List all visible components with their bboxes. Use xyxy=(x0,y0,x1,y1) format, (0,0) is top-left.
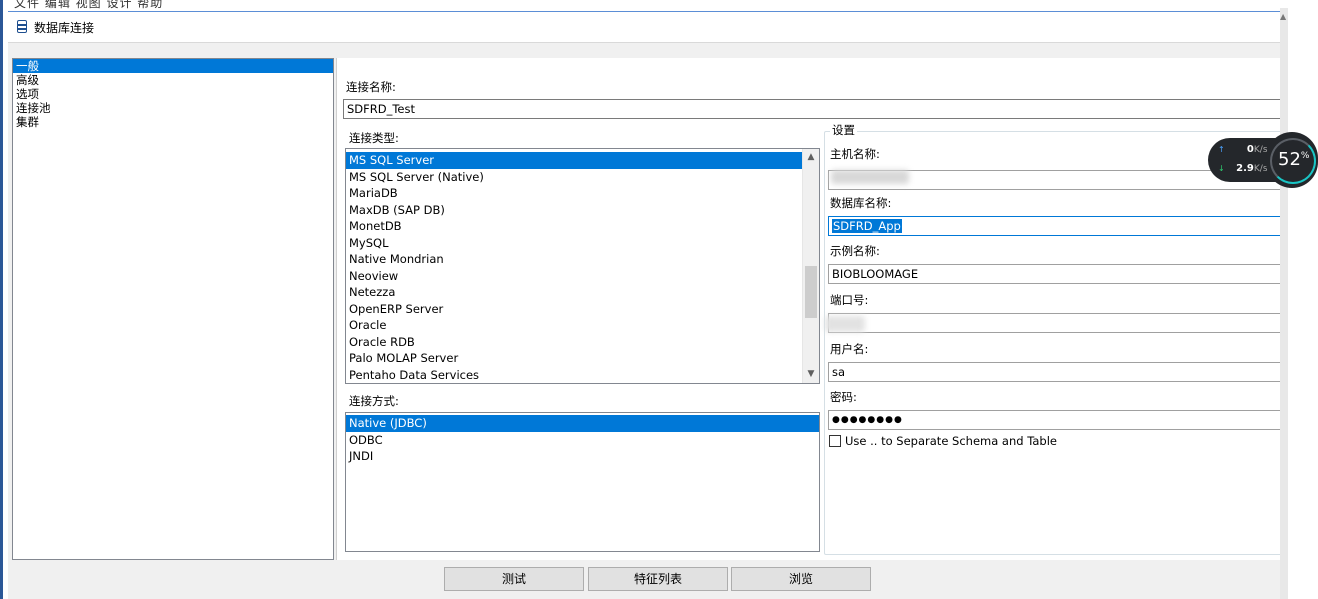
port-input[interactable] xyxy=(828,313,1284,333)
connection-type-item[interactable]: Neoview xyxy=(346,268,819,285)
category-item-advanced[interactable]: 高级 xyxy=(13,73,333,87)
scroll-down-icon[interactable]: ▼ xyxy=(803,366,819,383)
upload-arrow-icon: ↑ xyxy=(1218,145,1225,154)
connection-type-item[interactable]: MS SQL Server xyxy=(346,152,819,169)
category-item-options[interactable]: 选项 xyxy=(13,87,333,101)
window-scroll-up-icon[interactable]: ▲ xyxy=(1280,12,1286,21)
username-label: 用户名: xyxy=(830,342,869,356)
connection-type-item[interactable]: MS SQL Server (Native) xyxy=(346,169,819,186)
access-label: 连接方式: xyxy=(349,394,399,408)
password-label: 密码: xyxy=(830,390,857,404)
database-name-value: SDFRD_App xyxy=(832,219,902,233)
connection-type-item[interactable]: Oracle xyxy=(346,317,819,334)
explore-button[interactable]: 浏览 xyxy=(731,567,871,591)
hostname-label: 主机名称: xyxy=(830,147,880,161)
category-item-general[interactable]: 一般 xyxy=(13,59,333,73)
category-list[interactable]: 一般 高级 选项 连接池 集群 xyxy=(12,58,334,560)
test-button[interactable]: 测试 xyxy=(444,567,584,591)
connection-type-item[interactable]: Pentaho Data Services xyxy=(346,367,819,384)
gauge-percent: 52% xyxy=(1278,149,1310,170)
connection-type-item[interactable]: MariaDB xyxy=(346,185,819,202)
connection-type-scrollbar[interactable]: ▲ ▼ xyxy=(802,149,819,383)
database-name-input[interactable]: SDFRD_App xyxy=(828,216,1284,236)
connection-type-list[interactable]: MS SQL Server MS SQL Server (Native) Maria… xyxy=(345,148,820,384)
username-input[interactable]: sa xyxy=(828,362,1284,382)
connection-type-item[interactable]: OpenERP Server xyxy=(346,301,819,318)
scroll-up-icon[interactable]: ▲ xyxy=(803,149,819,166)
settings-group-frame xyxy=(824,131,1284,555)
port-label: 端口号: xyxy=(830,293,869,307)
window-left-edge xyxy=(0,0,3,599)
category-item-pooling[interactable]: 连接池 xyxy=(13,101,333,115)
separate-schema-checkbox[interactable] xyxy=(829,435,841,447)
access-method-list[interactable]: Native (JDBC) ODBC JNDI xyxy=(345,412,820,552)
connection-type-item[interactable]: MaxDB (SAP DB) xyxy=(346,202,819,219)
connection-type-item[interactable]: MySQL xyxy=(346,235,819,252)
access-method-item[interactable]: Native (JDBC) xyxy=(346,415,819,432)
instance-name-label: 示例名称: xyxy=(830,244,880,258)
connection-type-item[interactable]: Netezza xyxy=(346,284,819,301)
download-arrow-icon: ↓ xyxy=(1218,164,1225,173)
database-icon xyxy=(17,20,27,33)
password-input[interactable]: ●●●●●●●● xyxy=(828,410,1284,430)
access-method-item[interactable]: ODBC xyxy=(346,432,819,449)
instance-name-input[interactable]: BIOBLOOMAGE xyxy=(828,264,1284,284)
window-scrollbar[interactable]: ▲ xyxy=(1280,8,1288,599)
connection-type-item[interactable]: Palo MOLAP Server xyxy=(346,350,819,367)
dialog-titlebar[interactable]: 数据库连接 xyxy=(8,12,1280,42)
connection-type-item[interactable]: Oracle RDB xyxy=(346,334,819,351)
separate-schema-label: Use .. to Separate Schema and Table xyxy=(845,434,1057,448)
category-item-cluster[interactable]: 集群 xyxy=(13,115,333,129)
connection-name-input[interactable]: SDFRD_Test xyxy=(343,99,1283,119)
upload-speed: ↑ 0K/s xyxy=(1218,144,1268,155)
redacted-port xyxy=(825,316,865,332)
connection-name-label: 连接名称: xyxy=(346,80,396,94)
feature-list-button[interactable]: 特征列表 xyxy=(588,567,728,591)
download-speed: ↓ 2.9K/s xyxy=(1218,163,1268,174)
database-name-label: 数据库名称: xyxy=(830,196,892,210)
background-menu-text: 文件 编辑 视图 设计 帮助 xyxy=(14,0,164,10)
access-method-item[interactable]: JNDI xyxy=(346,448,819,465)
connection-type-item[interactable]: Native Mondrian xyxy=(346,251,819,268)
connection-type-item[interactable]: MonetDB xyxy=(346,218,819,235)
general-settings-panel: 连接名称: SDFRD_Test 连接类型: MS SQL Server MS S… xyxy=(336,58,1284,560)
connection-type-label: 连接类型: xyxy=(349,131,399,145)
scroll-thumb[interactable] xyxy=(805,266,817,318)
redacted-hostname xyxy=(831,170,909,184)
memory-usage-gauge[interactable]: 52% xyxy=(1266,132,1318,188)
settings-group-title: 设置 xyxy=(830,122,857,138)
dialog-title: 数据库连接 xyxy=(34,21,95,35)
